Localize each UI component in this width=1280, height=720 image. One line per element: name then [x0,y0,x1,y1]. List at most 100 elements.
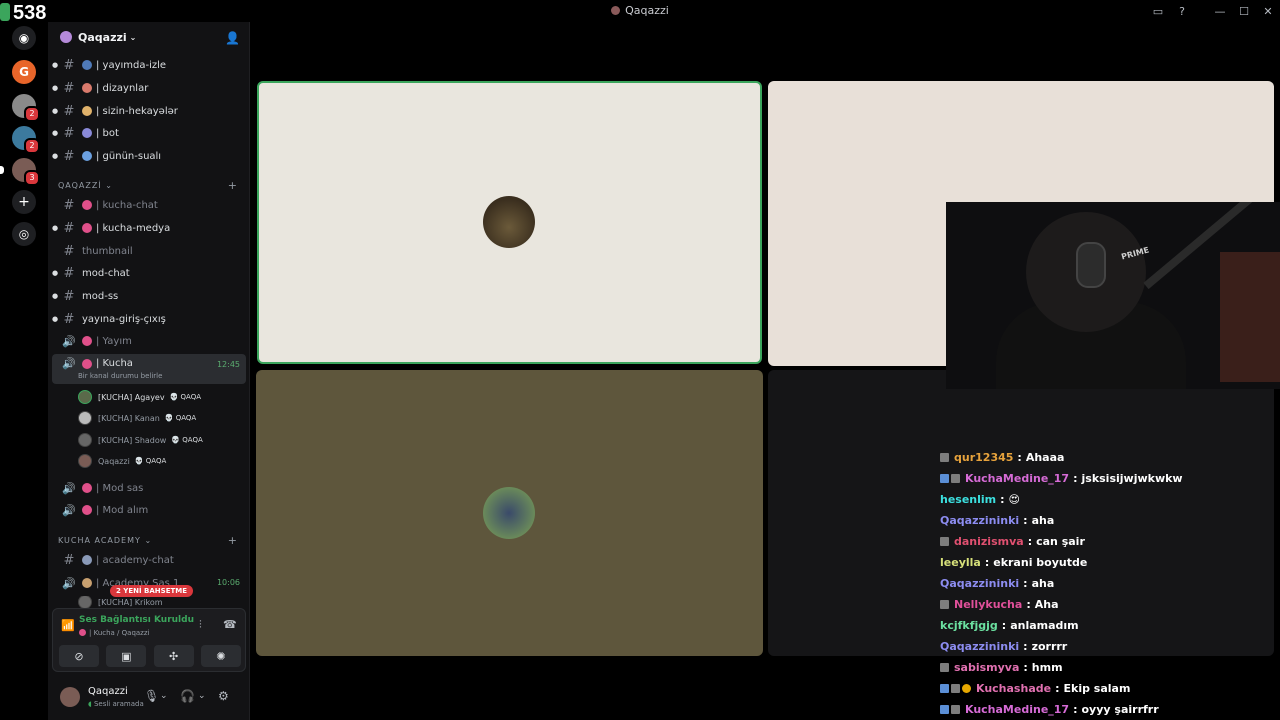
channel-academy-chat[interactable]: # | academy-chat [52,550,246,570]
channel-emoji-icon [82,200,92,210]
channel-emoji-icon [82,483,92,493]
voice-channel-yayim[interactable]: 🔊 | Yayım [52,331,246,351]
chevron-down-icon[interactable]: ⌄ [160,691,168,701]
category-qaqazzi[interactable]: QAQAZZİ ⌄ + [58,179,242,195]
voice-user[interactable]: [KUCHA] Kanan 💀 QAQA [78,408,242,428]
window-title: Qaqazzi [0,4,1280,17]
voice-user[interactable]: [KUCHA] Shadow 💀 QAQA [78,430,242,450]
close-button[interactable]: ✕ [1256,5,1280,18]
disconnect-icon[interactable]: ☎ [223,618,237,631]
stream-chat: qur12345: Ahaaa KuchaMedine_17: jsksisijwj… [936,446,1280,720]
channel-emoji-icon [82,359,92,369]
hash-icon: # [63,265,75,281]
channel-sizin-hekayeler[interactable]: ● # | sizin-hekayələr [52,101,246,121]
hash-icon: # [63,125,75,141]
avatar [483,196,535,248]
counter-icon [0,3,10,21]
avatar [78,411,92,425]
chat-message: danizismva: can şair [940,531,1085,551]
user-badge-icon [940,452,949,462]
add-channel-icon[interactable]: + [228,179,238,192]
chat-message: kcjfkfjgjg: anlamadım [940,618,1079,632]
channel-emoji-icon [82,151,92,161]
inbox-icon[interactable]: ▭ [1146,5,1170,18]
channel-emoji-icon [82,128,92,138]
user-tag: 💀 QAQA [171,436,203,444]
discord-home-icon[interactable]: ◉ [12,26,36,50]
maximize-button[interactable]: ☐ [1232,5,1256,18]
voice-channel-mod-sas[interactable]: 🔊 | Mod sas [52,478,246,498]
channel-emoji-icon [82,336,92,346]
screen-share-button[interactable]: ▣ [106,645,147,667]
microphone-icon[interactable]: 🎙 [144,689,159,703]
invite-people-icon[interactable]: 👤 [225,31,240,45]
voice-user[interactable]: [KUCHA] Krikom [78,596,242,608]
chevron-down-icon: ⌄ [129,32,137,42]
voice-user[interactable]: Qaqazzi 💀 QAQA [78,451,242,471]
channel-yayina-giris-cixis[interactable]: ● # yayına-giriş-çıxış [52,309,246,329]
user-badge-icon [951,473,960,483]
hash-icon: # [63,103,75,119]
voice-user[interactable]: [KUCHA] Agayev 💀 QAQA [78,387,242,407]
voice-channel-mod-alim[interactable]: 🔊 | Mod alım [52,500,246,520]
channel-bot[interactable]: ● # | bot [52,123,246,143]
voice-channel-kucha[interactable]: 🔊 | Kucha 12:45 Bir kanal durumu belirle [52,354,246,384]
chat-message: Nellykucha: Aha [940,594,1059,614]
headphones-icon[interactable]: 🎧 [180,689,195,703]
channel-kucha-chat[interactable]: # | kucha-chat [52,195,246,215]
channel-mod-chat[interactable]: ● # mod-chat [52,263,246,283]
chat-message: Kuchashade: Ekip salam [940,678,1130,698]
window-controls: ▭ ? — ☐ ✕ [1146,0,1280,22]
avatar [78,596,92,608]
avatar [78,390,92,404]
server-icon-2[interactable]: 2 [12,94,40,122]
server-header[interactable]: Qaqazzi ⌄ 👤 [48,22,250,52]
channel-status[interactable]: Bir kanal durumu belirle [78,372,162,380]
server-icon-g[interactable]: G [12,60,36,84]
user-tag: 💀 QAQA [164,414,197,422]
chevron-down-icon[interactable]: ⌄ [198,691,206,701]
speaker-icon: 🔊 [62,481,76,495]
user-panel: Qaqazzi ◖ Sesli aramada 🎙 ⌄ 🎧 ⌄ ⚙ [48,677,250,720]
video-tile[interactable] [256,370,763,656]
avatar[interactable] [60,687,80,707]
viewer-counter: 538 [0,2,46,25]
help-icon[interactable]: ? [1170,5,1194,18]
hash-icon: # [63,57,75,73]
chat-message: KuchaMedine_17: jsksisijwjwkwkw [940,468,1183,488]
hash-icon: # [63,552,75,568]
channel-emoji-icon [79,629,86,636]
user-badge-icon [940,599,949,609]
settings-gear-icon[interactable]: ⚙ [218,689,229,703]
discover-icon[interactable]: ◎ [12,222,36,246]
camera-off-button[interactable]: ⊘ [59,645,99,667]
soundboard-button[interactable]: ✺ [200,645,241,667]
video-tile-speaking[interactable] [257,81,762,364]
add-server-icon[interactable]: + [12,190,36,214]
avatar [78,454,92,468]
noise-suppression-icon[interactable]: ⫶ [199,618,202,632]
headset-icon [1076,242,1106,288]
chat-message: qur12345: Ahaaa [940,447,1064,467]
server-icon-3[interactable]: 2 [12,126,40,154]
channel-thumbnail[interactable]: # thumbnail [52,241,246,261]
server-icon [60,31,72,43]
activities-button[interactable]: ✣ [153,645,194,667]
hash-icon: # [63,148,75,164]
signal-icon[interactable]: 📶 [61,619,75,632]
chat-message: KuchaMedine_17: oyyy şairrfrr [940,699,1159,719]
server-icon-qaqazzi[interactable]: 3 [0,158,40,186]
channel-gunun-suali[interactable]: ● # | günün-sualı [52,146,246,166]
channel-mod-ss[interactable]: ● # mod-ss [52,286,246,306]
channel-yayimda-izle[interactable]: ● # | yayımda-izle [52,55,246,75]
add-channel-icon[interactable]: + [228,534,238,547]
user-badge-icon [940,536,949,546]
chat-message: hesenlim: 😍 [940,492,1021,506]
minimize-button[interactable]: — [1208,5,1232,18]
hash-icon: # [63,311,75,327]
channel-kucha-medya[interactable]: ● # | kucha-medya [52,218,246,238]
channel-dizaynlar[interactable]: ● # | dizaynlar [52,78,246,98]
title-bar: Qaqazzi ▭ ? — ☐ ✕ [0,0,1280,22]
new-mentions-badge[interactable]: 2 YENİ BAHSETME [110,585,194,597]
category-kucha-academy[interactable]: KUCHA ACADEMY ⌄ + [58,534,242,550]
